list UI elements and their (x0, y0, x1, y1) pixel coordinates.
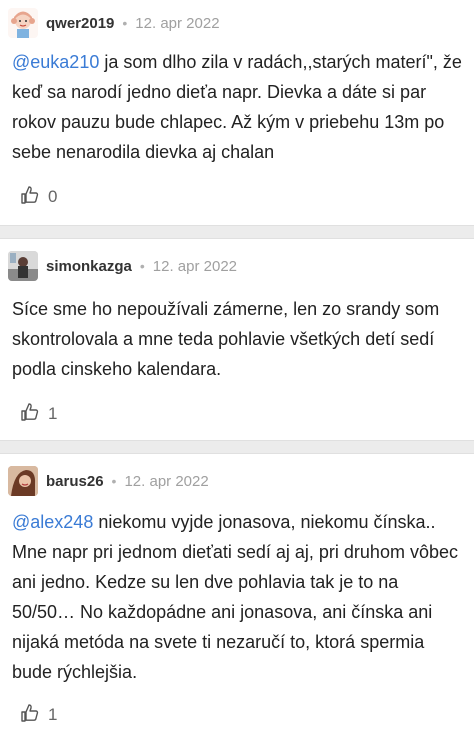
comment-header: barus26 • 12. apr 2022 (0, 461, 474, 501)
comment-date: 12. apr 2022 (152, 257, 238, 275)
comment-text: @euka210 ja som dlho zila v radách,,star… (0, 47, 474, 167)
comment-separator (0, 440, 474, 454)
mention-link[interactable]: @alex248 (12, 512, 93, 532)
like-button[interactable]: 1 (20, 703, 57, 728)
comment-body: Síce sme ho nepoužívali zámerne, len zo … (12, 299, 440, 379)
comment-item: simonkazga • 12. apr 2022 Síce sme ho ne… (0, 239, 474, 436)
comment-header: qwer2019 • 12. apr 2022 (0, 3, 474, 43)
separator-dot: • (122, 15, 128, 31)
comment-item: qwer2019 • 12. apr 2022 @euka210 ja som … (0, 0, 474, 219)
avatar[interactable] (8, 251, 38, 281)
comment-date: 12. apr 2022 (135, 14, 220, 32)
comment-text: @alex248 niekomu vyjde jonasova, niekomu… (0, 507, 474, 687)
comment-header: simonkazga • 12. apr 2022 (0, 246, 474, 286)
username[interactable]: simonkazga (46, 258, 132, 275)
separator-dot: • (139, 258, 145, 274)
like-button[interactable]: 0 (20, 185, 57, 210)
separator-dot: • (111, 473, 117, 489)
mention-link[interactable]: @euka210 (12, 52, 99, 72)
thumbs-up-icon (20, 402, 40, 427)
comment-actions: 1 (0, 693, 474, 737)
avatar[interactable] (8, 466, 38, 496)
avatar[interactable] (8, 8, 38, 38)
comment-actions: 1 (0, 392, 474, 436)
comment-separator (0, 225, 474, 239)
comment-item: barus26 • 12. apr 2022 @alex248 niekomu … (0, 454, 474, 737)
comment-actions: 0 (0, 175, 474, 219)
comment-text: Síce sme ho nepoužívali zámerne, len zo … (0, 294, 474, 384)
like-count: 0 (48, 187, 58, 206)
thumbs-up-icon (20, 185, 40, 210)
username[interactable]: qwer2019 (46, 15, 114, 32)
like-count: 1 (48, 404, 58, 423)
comment-body: niekomu vyjde jonasova, niekomu čínska..… (12, 512, 458, 682)
thumbs-up-icon (20, 703, 40, 728)
like-button[interactable]: 1 (20, 402, 57, 427)
username[interactable]: barus26 (46, 473, 104, 490)
comment-date: 12. apr 2022 (124, 472, 209, 490)
like-count: 1 (48, 705, 58, 724)
